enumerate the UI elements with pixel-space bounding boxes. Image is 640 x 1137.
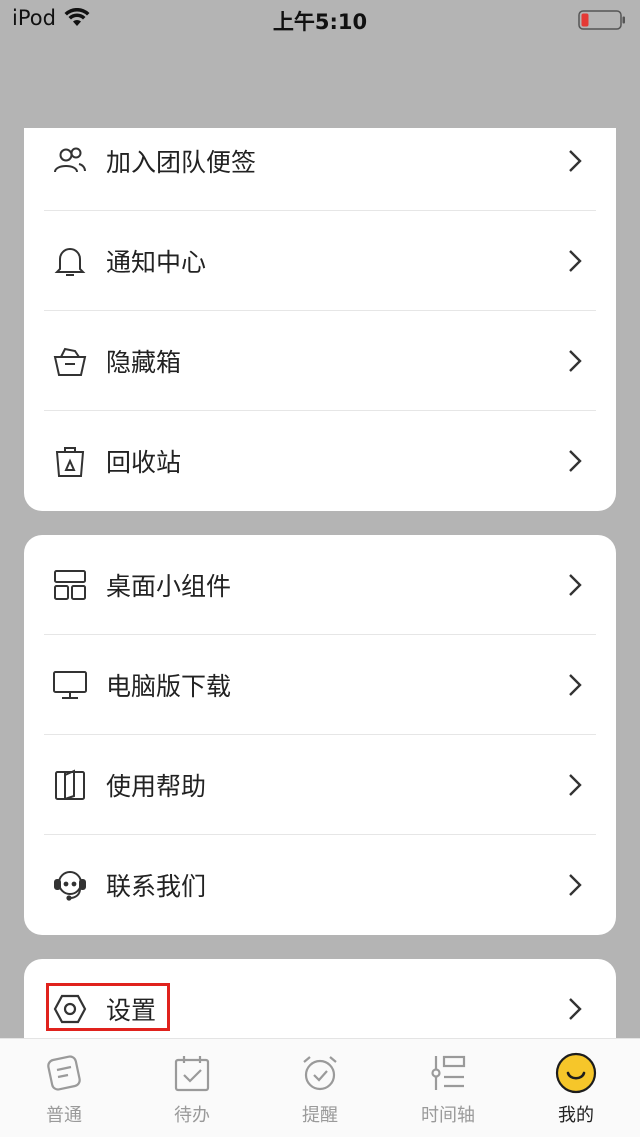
menu-item-desktop-widget[interactable]: 桌面小组件 — [44, 535, 596, 635]
menu-item-label: 隐藏箱 — [106, 348, 182, 377]
menu-item-recycle-bin[interactable]: 回收站 — [44, 411, 596, 511]
menu-item-label: 联系我们 — [106, 872, 207, 901]
note-icon — [42, 1051, 86, 1095]
menu-item-hidden-box[interactable]: 隐藏箱 — [44, 311, 596, 411]
tab-bar: 普通 待办 提醒 时间轴 我的 — [0, 1038, 640, 1137]
tab-reminder[interactable]: 提醒 — [256, 1039, 384, 1137]
monitor-icon — [52, 667, 88, 703]
tab-todo[interactable]: 待办 — [128, 1039, 256, 1137]
tab-normal[interactable]: 普通 — [0, 1039, 128, 1137]
tab-label: 普通 — [46, 1105, 82, 1126]
battery-low-icon — [578, 10, 625, 30]
tab-label: 待办 — [174, 1105, 210, 1126]
chevron-right-icon — [569, 774, 582, 796]
menu-item-label: 加入团队便签 — [106, 148, 257, 177]
recycle-bin-icon — [52, 443, 88, 479]
tab-label: 我的 — [558, 1105, 594, 1126]
chevron-right-icon — [569, 674, 582, 696]
menu-item-label: 回收站 — [106, 448, 182, 477]
todo-calendar-icon — [170, 1051, 214, 1095]
team-icon — [52, 143, 88, 179]
settings-highlight-box — [46, 983, 170, 1031]
chevron-right-icon — [569, 250, 582, 272]
menu-group-1: 加入团队便签 通知中心 隐藏箱 回收站 — [24, 128, 616, 511]
menu-item-notification-center[interactable]: 通知中心 — [44, 211, 596, 311]
tab-label: 提醒 — [302, 1105, 338, 1126]
menu-item-label: 桌面小组件 — [106, 572, 232, 601]
timeline-icon — [426, 1051, 470, 1095]
chevron-right-icon — [569, 350, 582, 372]
hidden-box-icon — [52, 343, 88, 379]
book-icon — [52, 767, 88, 803]
chevron-right-icon — [569, 450, 582, 472]
chevron-right-icon — [569, 150, 582, 172]
status-time: 上午5:10 — [272, 10, 368, 34]
menu-item-label: 使用帮助 — [106, 772, 207, 801]
menu-item-join-team[interactable]: 加入团队便签 — [44, 111, 596, 211]
menu-item-pc-download[interactable]: 电脑版下载 — [44, 635, 596, 735]
widget-icon — [52, 567, 88, 603]
alarm-clock-icon — [298, 1051, 342, 1095]
tab-mine[interactable]: 我的 — [512, 1039, 640, 1137]
chevron-right-icon — [569, 998, 582, 1020]
menu-item-help[interactable]: 使用帮助 — [44, 735, 596, 835]
smiley-avatar-icon — [554, 1051, 598, 1095]
chevron-right-icon — [569, 874, 582, 896]
headset-icon — [52, 867, 88, 903]
tab-label: 时间轴 — [421, 1105, 475, 1126]
tab-timeline[interactable]: 时间轴 — [384, 1039, 512, 1137]
menu-item-label: 电脑版下载 — [106, 672, 232, 701]
menu-item-label: 通知中心 — [106, 248, 207, 277]
bell-icon — [52, 243, 88, 279]
chevron-right-icon — [569, 574, 582, 596]
status-bar: iPod 上午5:10 — [0, 0, 640, 42]
menu-group-2: 桌面小组件 电脑版下载 使用帮助 联系我们 — [24, 535, 616, 935]
menu-item-contact-us[interactable]: 联系我们 — [44, 835, 596, 935]
